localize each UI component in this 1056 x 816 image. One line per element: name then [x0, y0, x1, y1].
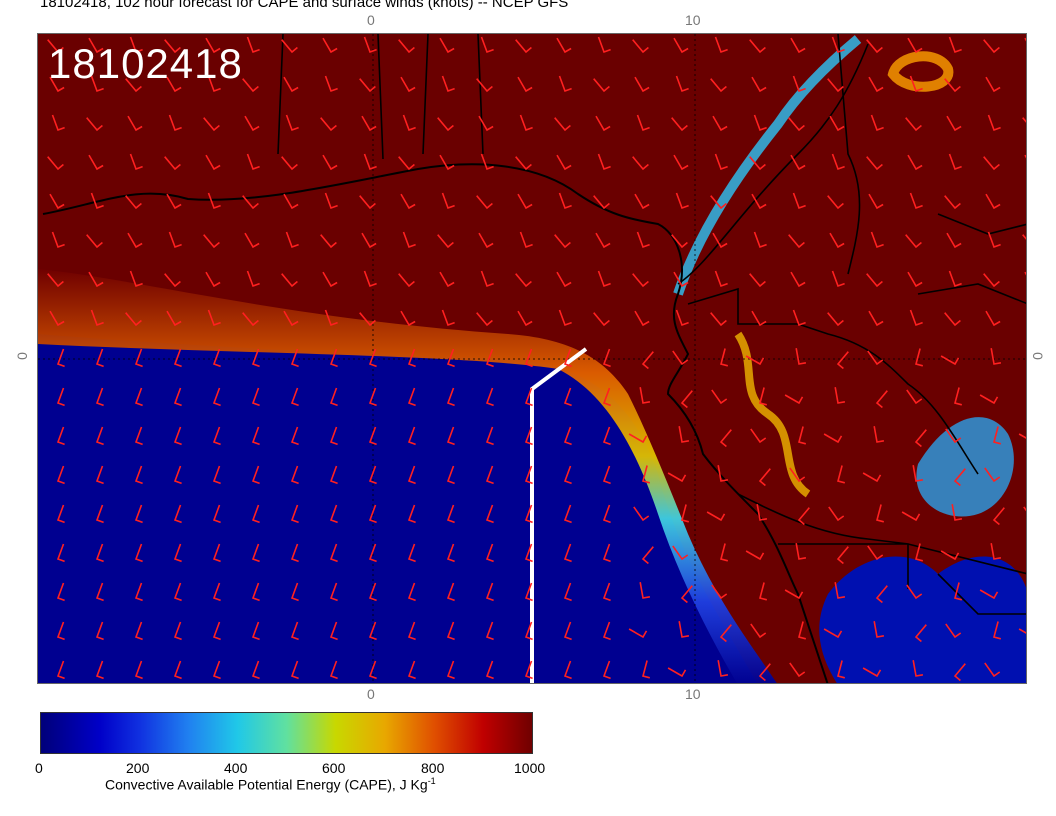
bottom-tick-0: 0: [367, 686, 375, 702]
colorbar-label-600: 600: [322, 760, 346, 776]
top-tick-10: 10: [685, 12, 701, 28]
top-tick-0: 0: [367, 12, 375, 28]
colorbar-label-400: 400: [224, 760, 248, 776]
date-stamp: 18102418: [48, 40, 243, 87]
colorbar-caption: Convective Available Potential Energy (C…: [105, 776, 436, 793]
bottom-tick-10: 10: [685, 686, 701, 702]
colorbar-label-200: 200: [126, 760, 150, 776]
map-title: 18102418, 102 hour forecast for CAPE and…: [40, 0, 569, 11]
colorbar-caption-exponent: -1: [427, 776, 436, 786]
colorbar-label-800: 800: [421, 760, 445, 776]
right-tick-0: 0: [1029, 352, 1046, 360]
cape-colorbar: [40, 712, 533, 754]
cape-map: 18102418: [37, 33, 1027, 684]
colorbar-label-1000: 1000: [514, 760, 546, 776]
colorbar-caption-text: Convective Available Potential Energy (C…: [105, 776, 428, 793]
colorbar-label-0: 0: [35, 760, 43, 776]
left-tick-0: 0: [13, 352, 30, 360]
cape-map-canvas: [38, 34, 1026, 683]
interior-low-cape-patch: [819, 556, 1026, 683]
